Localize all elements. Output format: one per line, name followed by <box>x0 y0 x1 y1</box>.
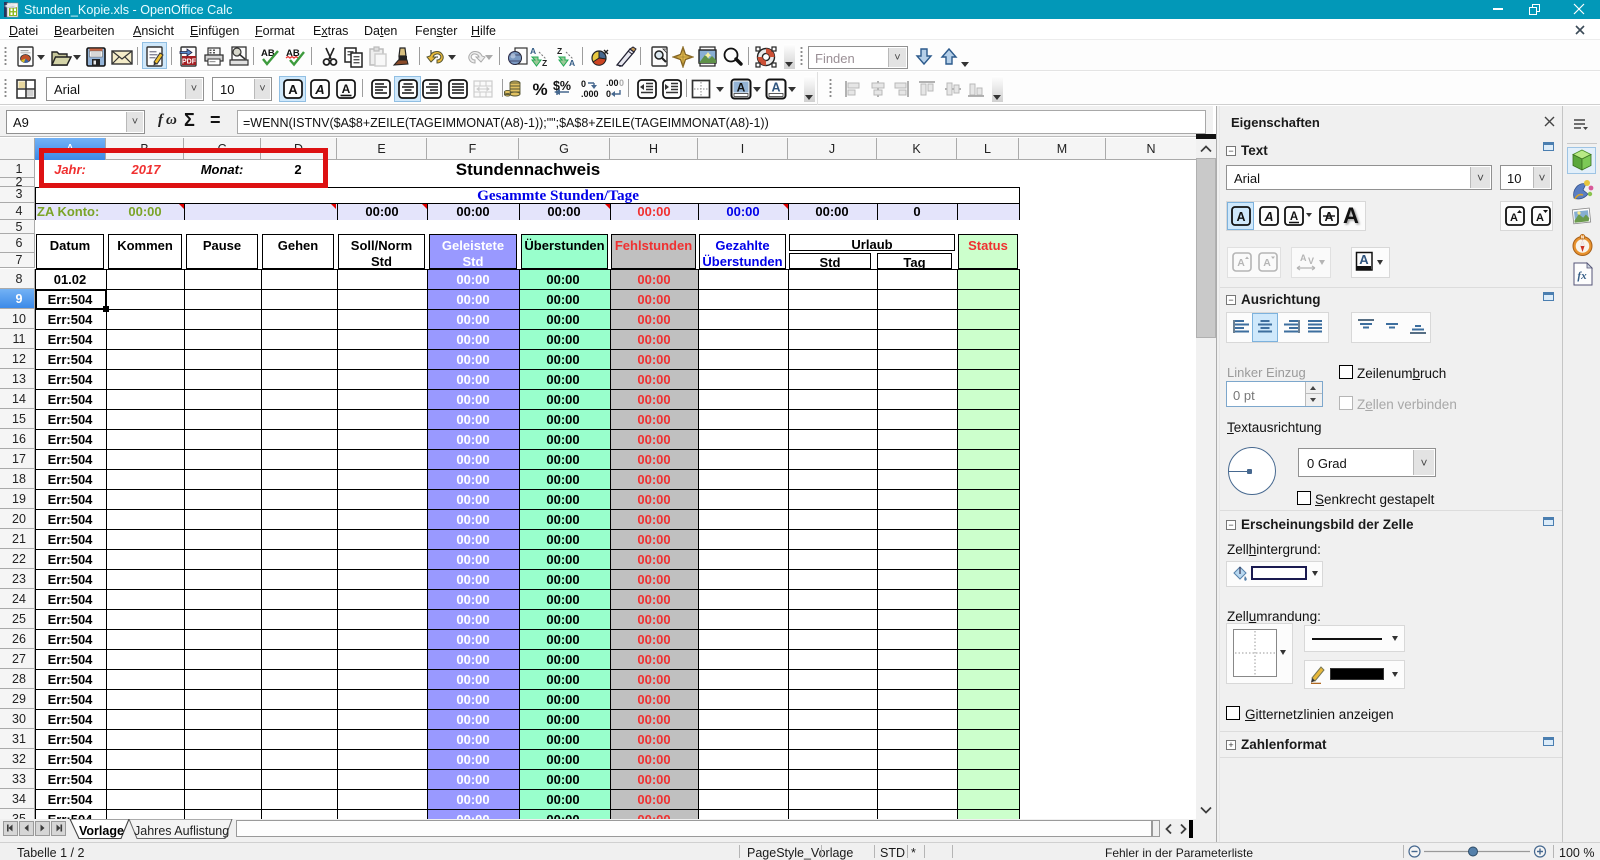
svg-text:PDF: PDF <box>182 59 197 66</box>
svg-text:A: A <box>1290 211 1298 223</box>
svg-text:A: A <box>1263 257 1271 269</box>
svg-text:A: A <box>1536 212 1544 224</box>
svg-text:Z: Z <box>557 46 562 56</box>
svg-text:A: A <box>342 82 351 96</box>
svg-text:.00: .00 <box>606 78 619 88</box>
svg-text:A: A <box>771 81 780 95</box>
svg-text:N: N <box>1581 235 1584 240</box>
svg-text:A: A <box>314 82 324 97</box>
svg-text:A: A <box>1510 212 1518 224</box>
svg-text:0: 0 <box>619 78 624 88</box>
svg-text:V: V <box>1308 256 1314 266</box>
svg-text:A: A <box>1300 253 1307 263</box>
svg-text:A: A <box>1324 210 1333 224</box>
svg-text:fx: fx <box>1577 270 1587 282</box>
svg-text:A: A <box>1359 252 1369 267</box>
svg-text:A: A <box>1236 210 1245 224</box>
svg-text:0: 0 <box>581 79 586 89</box>
svg-text:.000: .000 <box>581 89 599 99</box>
svg-text:A: A <box>1263 210 1273 224</box>
svg-text:Z: Z <box>542 58 547 68</box>
svg-text:$%: $% <box>553 79 571 93</box>
svg-text:A: A <box>288 82 298 97</box>
svg-text:A: A <box>1237 257 1245 269</box>
svg-text:%: % <box>532 80 547 99</box>
svg-text:A: A <box>737 81 746 95</box>
svg-text:0: 0 <box>606 89 611 99</box>
svg-text:A: A <box>530 46 536 56</box>
svg-text:A: A <box>569 58 575 68</box>
